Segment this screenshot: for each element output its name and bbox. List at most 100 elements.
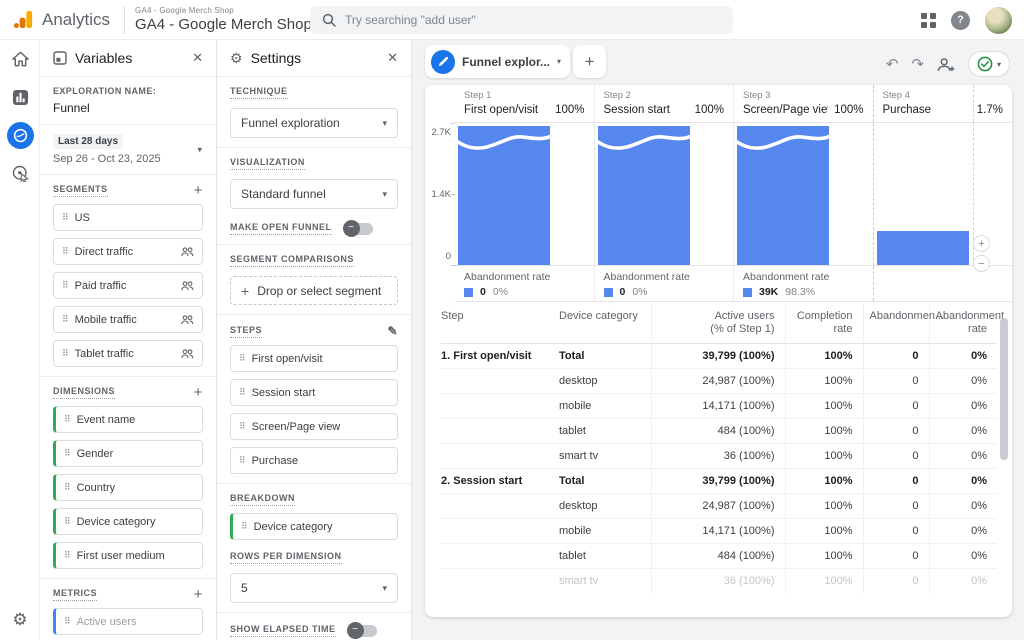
table-row[interactable]: tablet484 (100%)100%00% xyxy=(441,419,997,444)
add-metric-button[interactable]: + xyxy=(194,590,203,600)
zoom-in-button[interactable]: + xyxy=(973,235,990,252)
table-row[interactable]: 1. First open/visitTotal39,799 (100%)100… xyxy=(441,344,997,369)
table-cell: 39,799 (100%) xyxy=(651,344,785,369)
step-number-label: Step 3 xyxy=(743,90,864,101)
table-column-header[interactable]: Abandonmen... xyxy=(863,302,929,344)
table-column-header[interactable]: Completionrate xyxy=(785,302,863,344)
drag-handle-icon[interactable]: ⠿ xyxy=(239,421,245,432)
table-row[interactable]: desktop24,987 (100%)100%00% xyxy=(441,494,997,519)
funnel-bar[interactable] xyxy=(877,231,969,265)
drag-handle-icon[interactable]: ⠿ xyxy=(62,348,68,359)
technique-dropdown[interactable]: Funnel exploration▾ xyxy=(230,108,398,138)
exploration-name-section[interactable]: EXPLORATION NAME: Funnel xyxy=(40,77,216,125)
people-icon xyxy=(181,281,194,291)
apps-grid-icon[interactable] xyxy=(921,13,936,28)
table-cell: 100% xyxy=(785,419,863,444)
step-completion-rate: 1.7% xyxy=(977,104,1003,116)
table-row[interactable]: desktop24,987 (100%)100%00% xyxy=(441,369,997,394)
home-icon[interactable] xyxy=(0,40,40,78)
tab-funnel-exploration[interactable]: Funnel explor... ▾ xyxy=(425,45,570,78)
table-cell: 0 xyxy=(863,494,929,519)
drag-handle-icon[interactable]: ⠿ xyxy=(241,521,247,532)
table-row[interactable]: smart tv36 (100%)100%00% xyxy=(441,444,997,469)
exploration-name-value[interactable]: Funnel xyxy=(53,101,203,115)
dimension-chip[interactable]: ⠿Event name xyxy=(53,406,203,433)
funnel-bar[interactable] xyxy=(598,126,690,265)
table-cell: tablet xyxy=(559,419,651,444)
segment-chip[interactable]: ⠿Paid traffic xyxy=(53,272,203,299)
dimension-chip[interactable]: ⠿Country xyxy=(53,474,203,501)
table-column-header[interactable]: Device category xyxy=(559,302,651,344)
add-dimension-button[interactable]: + xyxy=(194,388,203,398)
funnel-bar[interactable] xyxy=(458,126,550,265)
explore-icon[interactable] xyxy=(0,116,40,154)
drag-handle-icon[interactable]: ⠿ xyxy=(64,448,70,459)
variables-close-icon[interactable]: ✕ xyxy=(192,50,203,66)
reports-icon[interactable] xyxy=(0,78,40,116)
segment-chip[interactable]: ⠿Mobile traffic xyxy=(53,306,203,333)
pencil-icon xyxy=(431,50,455,74)
chevron-down-icon[interactable]: ▾ xyxy=(557,57,561,66)
dimension-chip[interactable]: ⠿Gender xyxy=(53,440,203,467)
drag-handle-icon[interactable]: ⠿ xyxy=(64,550,70,561)
drag-handle-icon[interactable]: ⠿ xyxy=(64,414,70,425)
settings-close-icon[interactable]: ✕ xyxy=(387,50,398,66)
drag-handle-icon[interactable]: ⠿ xyxy=(62,314,68,325)
table-row[interactable]: smart tv36 (100%)100%00% xyxy=(441,569,997,594)
y-tick-label: 2.7K xyxy=(425,127,451,138)
show-elapsed-time-toggle[interactable]: − xyxy=(348,625,377,637)
add-tab-button[interactable]: + xyxy=(573,45,606,78)
zoom-out-button[interactable]: − xyxy=(973,255,990,272)
drag-handle-icon[interactable]: ⠿ xyxy=(239,387,245,398)
edit-steps-pencil-icon[interactable]: ✎ xyxy=(387,324,398,338)
table-row[interactable]: mobile14,171 (100%)100%00% xyxy=(441,519,997,544)
status-ok-button[interactable]: ▾ xyxy=(968,51,1010,77)
tab-label: Funnel explor... xyxy=(462,55,550,69)
drag-handle-icon[interactable]: ⠿ xyxy=(64,516,70,527)
share-user-icon[interactable] xyxy=(937,57,955,72)
step-chip[interactable]: ⠿Screen/Page view xyxy=(230,413,398,440)
step-chip[interactable]: ⠿First open/visit xyxy=(230,345,398,372)
add-segment-button[interactable]: + xyxy=(194,186,203,196)
step-chip[interactable]: ⠿Purchase xyxy=(230,447,398,474)
table-row[interactable]: tablet484 (100%)100%00% xyxy=(441,544,997,569)
property-selector[interactable]: GA4 - Google Merch Shop GA4 - Google Mer… xyxy=(135,6,312,33)
funnel-step-header: Step 1First open/visit100% xyxy=(455,85,594,122)
make-open-funnel-toggle[interactable]: − xyxy=(344,223,373,235)
table-column-header[interactable]: Step xyxy=(441,302,559,344)
search-input[interactable]: Try searching "add user" xyxy=(310,6,733,34)
funnel-bar[interactable] xyxy=(737,126,829,265)
drag-handle-icon[interactable]: ⠿ xyxy=(64,482,70,493)
table-scrollbar[interactable] xyxy=(1000,318,1008,460)
table-column-header[interactable]: Active users(% of Step 1) xyxy=(651,302,785,344)
visualization-dropdown[interactable]: Standard funnel▾ xyxy=(230,179,398,209)
step-chip[interactable]: ⠿Session start xyxy=(230,379,398,406)
drag-handle-icon[interactable]: ⠿ xyxy=(64,616,70,627)
segment-drop-zone[interactable]: +Drop or select segment xyxy=(230,276,398,305)
dimension-chip[interactable]: ⠿Device category xyxy=(53,508,203,535)
drag-handle-icon[interactable]: ⠿ xyxy=(62,280,68,291)
table-column-header[interactable]: Abandonmentrate xyxy=(929,302,997,344)
table-row[interactable]: mobile14,171 (100%)100%00% xyxy=(441,394,997,419)
drag-handle-icon[interactable]: ⠿ xyxy=(62,212,68,223)
dimension-chip[interactable]: ⠿First user medium xyxy=(53,542,203,569)
drag-handle-icon[interactable]: ⠿ xyxy=(62,246,68,257)
table-cell: 0% xyxy=(929,544,997,569)
breakdown-chip[interactable]: ⠿Device category xyxy=(230,513,398,540)
date-range-selector[interactable]: Last 28 days Sep 26 - Oct 23, 2025 ▾ xyxy=(40,125,216,175)
undo-icon[interactable]: ↶ xyxy=(886,55,899,73)
advertising-icon[interactable] xyxy=(0,154,40,192)
table-row[interactable]: 2. Session startTotal39,799 (100%)100%00… xyxy=(441,469,997,494)
table-cell: 0 xyxy=(863,544,929,569)
segment-chip[interactable]: ⠿Direct traffic xyxy=(53,238,203,265)
avatar[interactable] xyxy=(985,7,1012,34)
metric-chip[interactable]: ⠿Active users xyxy=(53,608,203,635)
drag-handle-icon[interactable]: ⠿ xyxy=(239,455,245,466)
help-icon[interactable]: ? xyxy=(951,11,970,30)
segment-chip[interactable]: ⠿Tablet traffic xyxy=(53,340,203,367)
rows-per-dimension-dropdown[interactable]: 5▾ xyxy=(230,573,398,603)
redo-icon[interactable]: ↷ xyxy=(911,55,924,73)
admin-gear-icon[interactable]: ⚙ xyxy=(0,610,40,630)
segment-chip[interactable]: ⠿US xyxy=(53,204,203,231)
drag-handle-icon[interactable]: ⠿ xyxy=(239,353,245,364)
